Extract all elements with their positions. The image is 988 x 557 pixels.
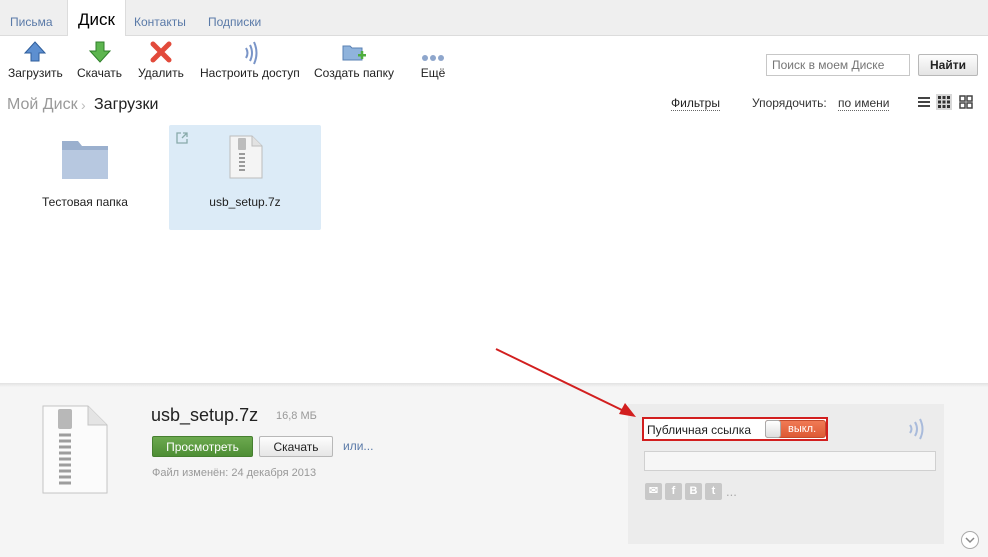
file-name: usb_setup.7z [209,195,281,209]
new-folder-button[interactable]: Создать папку [314,40,394,80]
tab-mail[interactable]: Письма [10,0,53,35]
upload-icon [24,41,47,62]
external-link-icon[interactable] [175,131,189,145]
chevron-down-icon [965,537,975,544]
folder-icon [62,141,108,179]
sound-waves-icon [245,41,258,65]
toggle-knob [765,420,781,438]
access-settings-button[interactable]: Настроить доступ [200,40,300,80]
breadcrumb-root[interactable]: Мой Диск [7,96,78,114]
new-folder-label: Создать папку [314,66,394,80]
more-dots-icon [422,55,444,61]
mail-icon[interactable]: ✉ [645,483,662,500]
download-icon [88,41,111,63]
zip-file-icon [229,135,263,179]
public-link-field[interactable] [644,451,936,471]
large-icons-view-icon[interactable] [958,94,974,110]
zip-file-large-icon [42,405,108,494]
preview-button[interactable]: Просмотреть [152,436,253,457]
sort-label: Упорядочить: [752,96,827,110]
public-link-toggle[interactable]: выкл. [765,420,826,438]
breadcrumb-separator: › [81,97,86,113]
delete-button[interactable]: Удалить [138,40,184,80]
grid-view-icon[interactable] [936,94,952,110]
top-tab-bar: Письма Диск Контакты Подписки [0,0,988,36]
twitter-icon[interactable]: t [705,483,722,500]
download-label: Скачать [77,66,122,80]
folder-plus-icon [342,45,366,61]
delete-icon [150,41,172,63]
toggle-state-label: выкл. [788,423,817,435]
tab-contacts[interactable]: Контакты [134,0,186,35]
more-button[interactable]: Ещё [419,40,447,80]
list-view-icon[interactable] [916,94,932,110]
more-label: Ещё [420,66,446,80]
search-button[interactable]: Найти [918,54,978,76]
filters-link[interactable]: Фильтры [671,96,720,111]
facebook-icon[interactable]: f [665,483,682,500]
delete-label: Удалить [138,66,184,80]
tab-subscriptions[interactable]: Подписки [208,0,261,35]
file-item-archive[interactable]: usb_setup.7z [169,125,321,230]
sort-select[interactable]: по имени [838,96,890,111]
more-options-link[interactable]: или... [343,439,373,453]
more-share-link[interactable]: ... [726,484,737,499]
download-file-button[interactable]: Скачать [259,436,333,457]
details-file-name: usb_setup.7z [151,405,259,425]
details-file-size: 16,8 МБ [276,410,317,422]
sound-waves-icon [909,418,924,440]
file-item-folder[interactable]: Тестовая папка [9,125,161,230]
public-link-label: Публичная ссылка [647,423,751,437]
public-link-highlight: Публичная ссылка выкл. [642,417,828,441]
tab-disk[interactable]: Диск [67,0,126,36]
collapse-panel-button[interactable] [961,531,979,549]
search-input[interactable] [766,54,910,76]
access-label: Настроить доступ [200,66,300,80]
upload-button[interactable]: Загрузить [8,40,63,80]
upload-label: Загрузить [8,66,63,80]
modified-date: Файл изменён: 24 декабря 2013 [152,467,317,479]
vk-icon[interactable]: B [685,483,702,500]
breadcrumb-current: Загрузки [94,96,159,113]
download-button[interactable]: Скачать [77,40,122,80]
file-name: Тестовая папка [42,195,128,209]
